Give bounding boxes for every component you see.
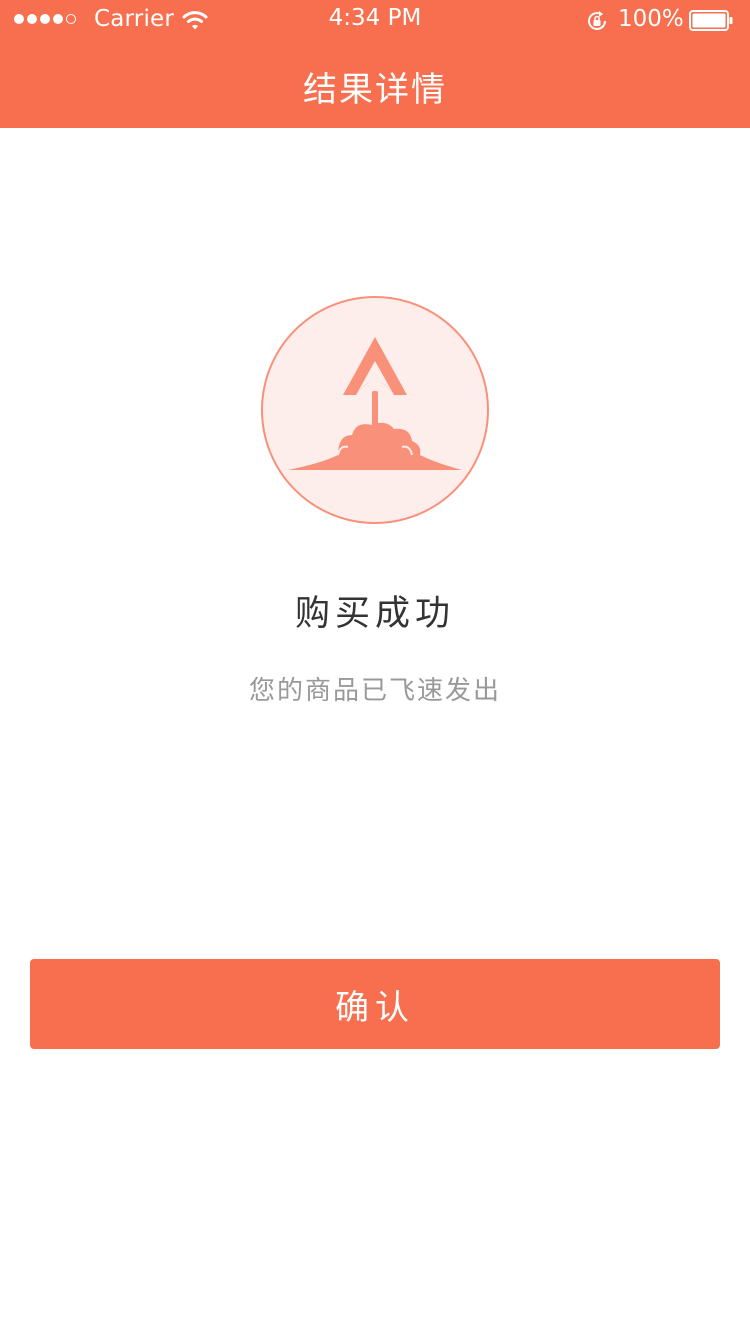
confirm-button[interactable]: 确认 [30,959,720,1049]
rocket-launch-icon [261,296,489,524]
page-title: 结果详情 [303,70,447,110]
status-bar: Carrier 4:34 PM 100% [0,0,750,40]
header-bar: Carrier 4:34 PM 100% 结果详情 [0,0,750,128]
result-title: 购买成功 [294,594,455,634]
rotation-lock-icon [588,11,606,30]
battery-icon [689,10,733,31]
battery-percentage: 100% [618,6,684,32]
result-subtitle: 您的商品已飞速发出 [248,676,501,706]
